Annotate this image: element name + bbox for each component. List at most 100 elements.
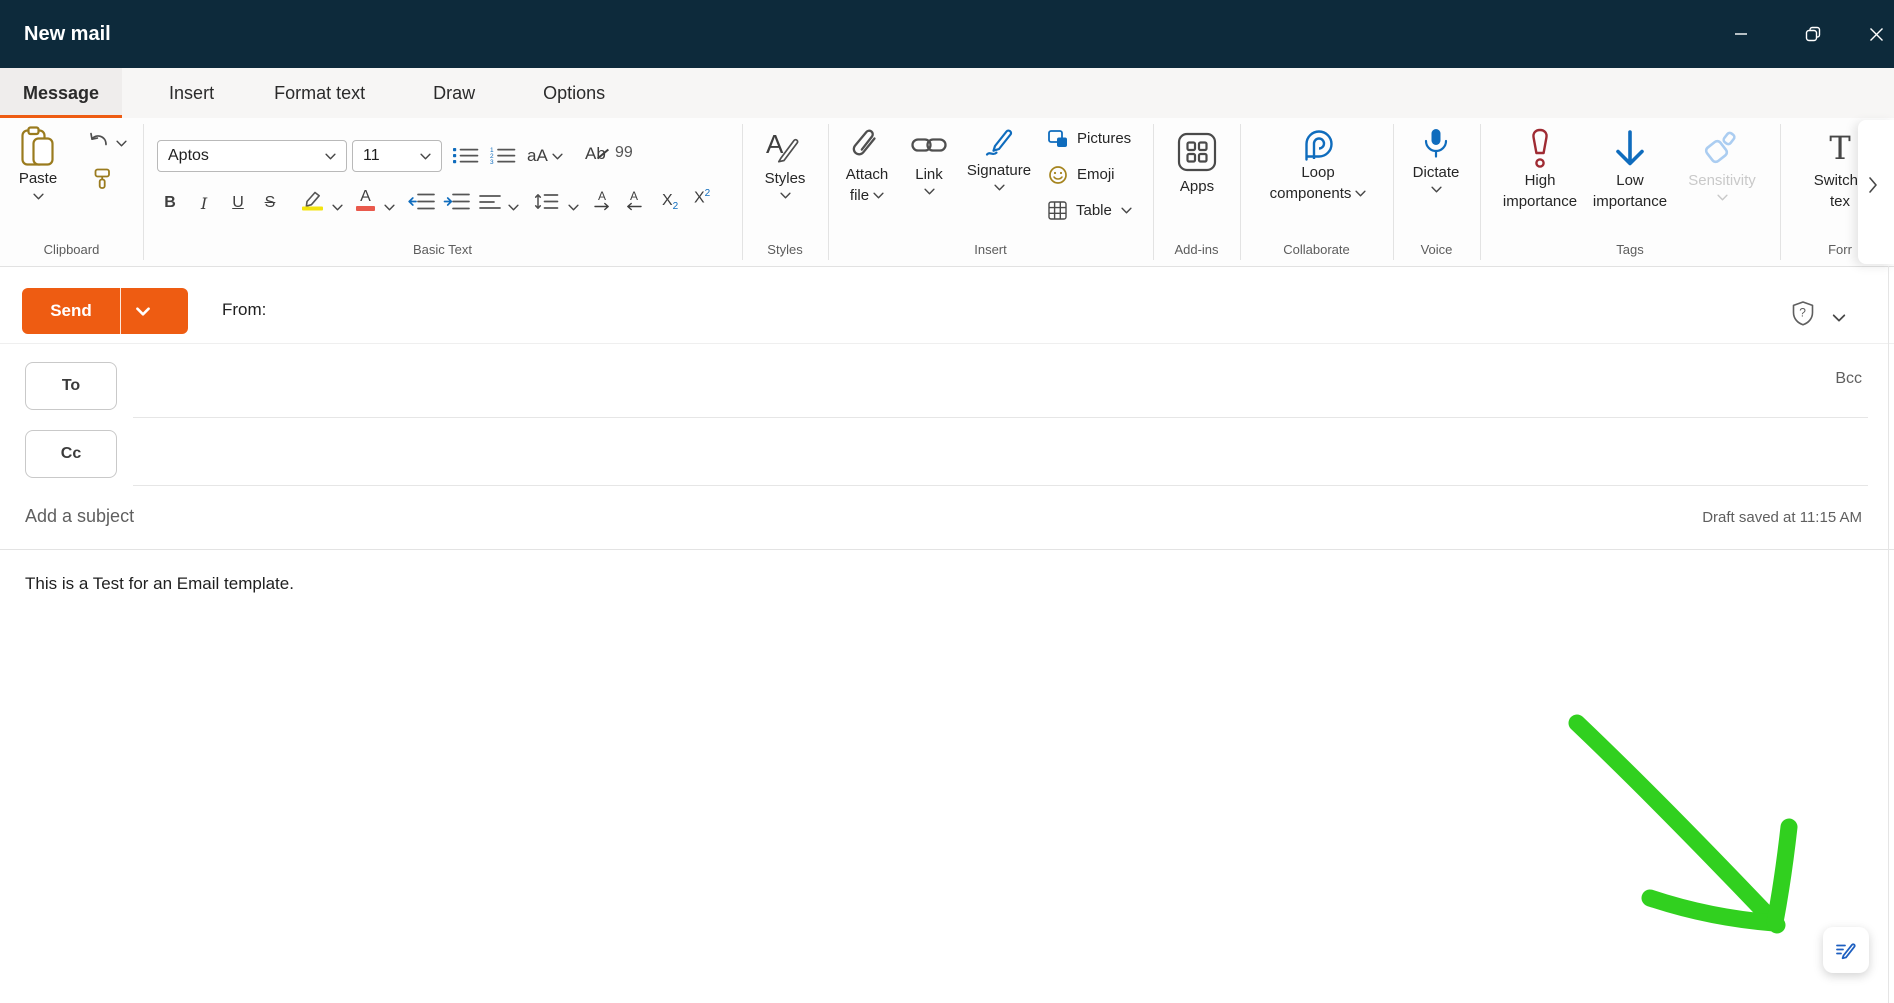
subscript-button[interactable]: X2 xyxy=(662,192,678,212)
decrease-indent-button[interactable] xyxy=(408,192,435,216)
group-label-clipboard: Clipboard xyxy=(0,242,143,257)
from-row-divider xyxy=(0,343,1894,344)
styles-button[interactable]: A Styles xyxy=(748,126,822,199)
chevron-right-icon xyxy=(1868,176,1878,194)
chevron-down-icon xyxy=(325,153,336,160)
dictate-microphone-icon xyxy=(1422,128,1450,162)
close-button[interactable] xyxy=(1858,0,1894,68)
scrollbar-track[interactable] xyxy=(1888,266,1889,1003)
pictures-icon xyxy=(1048,130,1068,148)
window-title: New mail xyxy=(24,23,111,46)
bold-button[interactable]: B xyxy=(158,190,182,216)
group-label-addins: Add-ins xyxy=(1153,242,1240,257)
italic-button[interactable]: I xyxy=(192,190,216,216)
link-button[interactable]: Link xyxy=(903,135,955,195)
dictate-dropdown-chevron xyxy=(1431,186,1442,193)
message-safety-button[interactable]: ? xyxy=(1790,300,1816,333)
group-separator xyxy=(828,124,829,260)
emoji-button[interactable]: Emoji xyxy=(1048,164,1115,185)
chevron-down-icon xyxy=(332,204,343,211)
increase-indent-icon xyxy=(443,192,470,211)
align-icon xyxy=(479,194,501,210)
align-dropdown[interactable] xyxy=(508,198,519,216)
group-label-basic-text: Basic Text xyxy=(143,242,742,257)
line-spacing-button[interactable] xyxy=(534,193,559,215)
table-button[interactable]: Table xyxy=(1048,200,1132,221)
paste-dropdown-chevron xyxy=(33,193,44,200)
format-painter-button[interactable] xyxy=(94,168,111,195)
bulleted-list-icon xyxy=(452,146,479,165)
group-label-collaborate: Collaborate xyxy=(1240,242,1393,257)
group-label-styles: Styles xyxy=(742,242,828,257)
superscript-button[interactable]: X2 xyxy=(694,188,710,207)
send-button[interactable]: Send xyxy=(22,288,120,334)
subject-input[interactable]: Add a subject xyxy=(25,506,134,527)
numbered-list-button[interactable]: 123 xyxy=(489,146,516,170)
clear-formatting-button[interactable]: Ab xyxy=(585,144,606,164)
undo-dropdown[interactable] xyxy=(116,134,127,152)
tab-options[interactable]: Options xyxy=(520,68,628,118)
pictures-button[interactable]: Pictures xyxy=(1048,128,1131,149)
sensitivity-dropdown-chevron xyxy=(1717,194,1728,201)
tab-message[interactable]: Message xyxy=(0,68,122,118)
to-button[interactable]: To xyxy=(25,362,117,410)
increase-indent-button[interactable] xyxy=(443,192,470,216)
bcc-button[interactable]: Bcc xyxy=(1835,370,1862,388)
tab-format-text[interactable]: Format text xyxy=(251,68,388,118)
group-label-voice: Voice xyxy=(1393,242,1480,257)
font-name-select[interactable]: Aptos xyxy=(157,140,347,172)
line-spacing-dropdown[interactable] xyxy=(568,198,579,216)
send-dropdown-button[interactable] xyxy=(120,288,165,334)
sensitivity-stamp-icon xyxy=(1702,130,1742,168)
styles-icon: A xyxy=(765,126,805,168)
low-importance-button[interactable]: Low importance xyxy=(1584,130,1676,212)
minimize-icon xyxy=(1734,27,1748,41)
strikethrough-button[interactable]: S xyxy=(258,190,282,216)
close-icon xyxy=(1869,27,1884,42)
left-to-right-button[interactable]: A xyxy=(594,190,610,211)
highlight-dropdown[interactable] xyxy=(332,198,343,216)
send-split-button: Send xyxy=(22,288,188,334)
chevron-down-icon xyxy=(568,204,579,211)
tab-draw[interactable]: Draw xyxy=(410,68,498,118)
signature-dropdown-chevron xyxy=(994,184,1005,191)
minimize-button[interactable] xyxy=(1718,0,1764,68)
shield-question-icon: ? xyxy=(1790,300,1816,328)
link-icon xyxy=(911,135,947,155)
font-color-dropdown[interactable] xyxy=(384,198,395,216)
group-label-insert: Insert xyxy=(828,242,1153,257)
align-button[interactable] xyxy=(479,194,501,215)
emoji-icon xyxy=(1048,165,1068,185)
cc-button[interactable]: Cc xyxy=(25,430,117,478)
dictate-button[interactable]: Dictate xyxy=(1400,128,1472,193)
high-importance-button[interactable]: High importance xyxy=(1494,128,1586,212)
quote-button[interactable]: 99 xyxy=(615,144,633,162)
underline-button[interactable]: U xyxy=(226,190,250,216)
restore-button[interactable] xyxy=(1790,0,1836,68)
undo-button[interactable] xyxy=(88,130,110,152)
arrow-right-icon xyxy=(594,202,610,211)
attach-file-button[interactable]: Attach file xyxy=(836,128,898,206)
apps-button[interactable]: Apps xyxy=(1168,132,1226,197)
sensitivity-button[interactable]: Sensitivity xyxy=(1676,130,1768,201)
right-to-left-button[interactable]: A xyxy=(626,190,642,211)
ink-annotation-button[interactable] xyxy=(1823,927,1869,973)
svg-text:3: 3 xyxy=(490,159,494,165)
font-size-select[interactable]: 11 xyxy=(352,140,442,172)
cc-input[interactable] xyxy=(133,430,1868,476)
switch-text-icon: T xyxy=(1829,126,1850,170)
bulleted-list-button[interactable] xyxy=(452,146,479,170)
highlight-button[interactable] xyxy=(300,190,327,216)
font-color-button[interactable]: A xyxy=(356,188,375,211)
tab-insert[interactable]: Insert xyxy=(146,68,237,118)
to-input[interactable] xyxy=(133,362,1833,408)
paste-button[interactable]: Paste xyxy=(10,126,66,200)
ribbon-overflow-button[interactable] xyxy=(1868,176,1878,199)
signature-button[interactable]: Signature xyxy=(958,126,1040,191)
loop-components-button[interactable]: Loop components xyxy=(1253,128,1383,204)
restore-icon xyxy=(1805,26,1821,42)
cc-input-underline xyxy=(133,485,1868,486)
change-case-button[interactable]: aA xyxy=(527,146,563,166)
from-row-expand-button[interactable] xyxy=(1832,309,1846,327)
loop-dropdown-chevron xyxy=(1355,190,1366,197)
